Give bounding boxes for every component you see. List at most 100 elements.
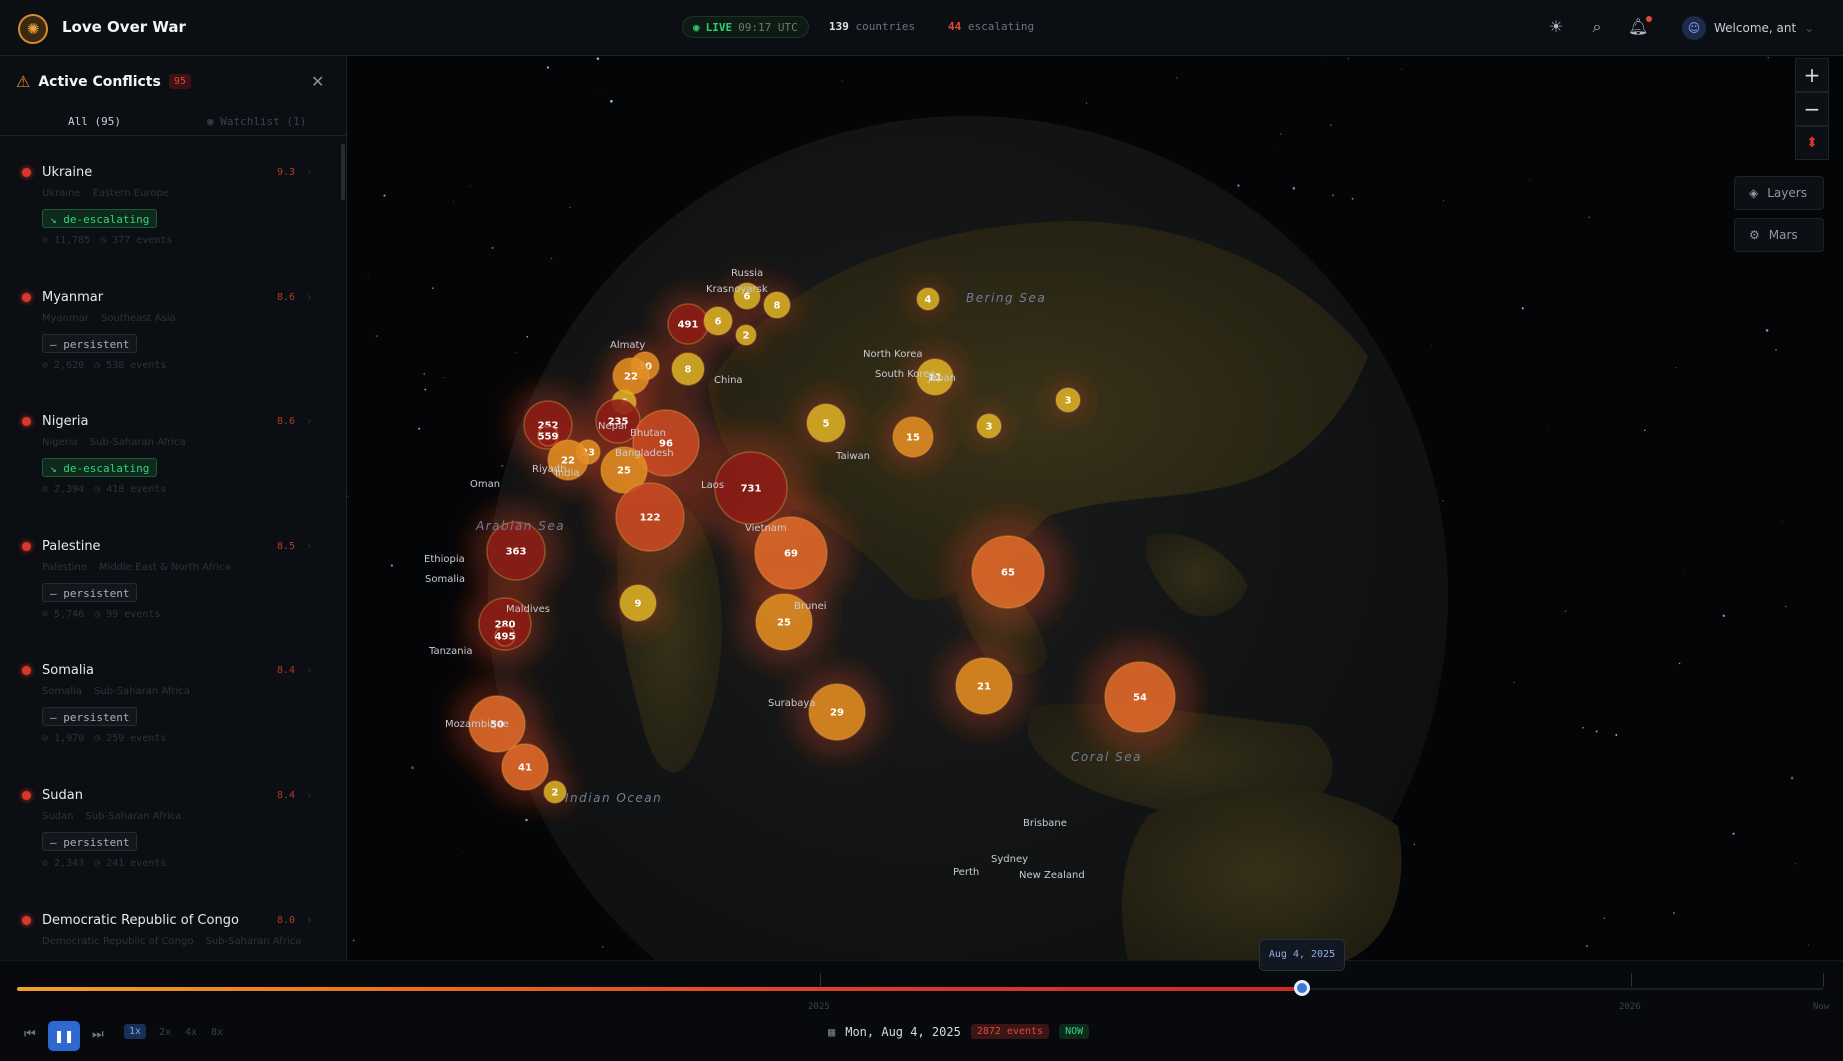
conflict-item[interactable]: Somalia 8.4 › Somalia Sub-Saharan Africa — pe… [0, 658, 340, 782]
events-stat: ◷ 241 events [94, 858, 167, 869]
conflict-cluster[interactable]: 9 [619, 584, 657, 622]
speed-1x[interactable]: 1x [124, 1024, 147, 1039]
place-label: Bering Sea [966, 291, 1046, 305]
conflict-country: Nigeria [42, 437, 78, 449]
chevron-right-icon: › [307, 912, 312, 927]
conflict-item[interactable]: Palestine 8.5 › Palestine Middle East & Nort… [0, 534, 340, 658]
conflict-cluster[interactable]: 21 [955, 657, 1013, 715]
conflict-cluster[interactable]: 22 [612, 357, 650, 395]
conflict-cluster[interactable]: 6 [703, 306, 733, 336]
cluster-count: 5 [823, 419, 830, 430]
app-logo[interactable]: ✺ [18, 14, 48, 44]
user-menu[interactable]: ☺ Welcome, ant ⌄ [1682, 14, 1814, 42]
conflict-name: Palestine [42, 538, 101, 554]
scrollbar[interactable] [341, 144, 345, 200]
pause-button[interactable]: ❚❚ [48, 1021, 80, 1051]
star [516, 352, 517, 354]
severity-dot [22, 292, 31, 302]
fatalities-value: 2,394 [54, 484, 85, 496]
map-view[interactable]: 6849162430822625255923596232225115153373… [348, 56, 1843, 960]
conflict-item[interactable]: Sudan 8.4 › Sudan Sub-Saharan Africa — persis… [0, 783, 340, 907]
globe-map[interactable]: 6849162430822625255923596232225115153373… [348, 56, 1843, 960]
speed-2x[interactable]: 2x [159, 1027, 171, 1038]
conflict-cluster[interactable]: 15 [892, 416, 934, 458]
star [1808, 944, 1810, 946]
conflict-cluster[interactable]: 3 [1055, 387, 1081, 413]
timeline-track-rest[interactable] [1303, 988, 1823, 990]
skip-forward-icon[interactable]: ⏭ [92, 1027, 104, 1042]
conflict-cluster[interactable]: 4 [916, 287, 940, 311]
star [375, 335, 378, 338]
tab-watchlist[interactable]: ◉ Watchlist (1) [207, 115, 306, 128]
theme-sun-icon[interactable]: ☀ [1546, 17, 1566, 37]
conflict-cluster[interactable]: 559 [537, 425, 559, 447]
conflict-cluster[interactable]: 8 [763, 291, 791, 319]
star [1513, 681, 1515, 684]
speed-4x[interactable]: 4x [185, 1027, 197, 1038]
conflict-cluster[interactable]: 122 [615, 482, 685, 552]
tab-all[interactable]: All (95) [68, 115, 121, 128]
conflict-meta: Democratic Republic of Congo Sub-Saharan … [42, 936, 302, 947]
star [424, 388, 427, 391]
cluster-count: 6 [715, 317, 722, 328]
conflict-cluster[interactable]: 54 [1104, 661, 1176, 733]
mars-button[interactable]: ⚙ Mars [1734, 218, 1824, 252]
conflict-name: Nigeria [42, 414, 89, 430]
timeline-thumb[interactable] [1294, 980, 1310, 996]
conflict-cluster[interactable]: 41 [501, 743, 549, 791]
zoom-in-button[interactable]: + [1795, 58, 1829, 92]
conflict-stats: ⊘ 2,620 ◷ 538 events [42, 360, 166, 371]
conflict-cluster[interactable]: 2 [735, 324, 757, 346]
conflict-cluster[interactable]: 3 [976, 413, 1002, 439]
layers-button[interactable]: ◈ Layers [1734, 176, 1824, 210]
conflict-cluster[interactable]: 2 [543, 780, 567, 804]
star [501, 464, 504, 468]
star [453, 201, 454, 203]
trend-label: persistent [63, 586, 130, 600]
place-label: Oman [470, 479, 500, 490]
conflict-item[interactable]: Nigeria 8.6 › Nigeria Sub-Saharan Africa ↘ de… [0, 409, 340, 533]
conflict-item[interactable]: Myanmar 8.6 › Myanmar Southeast Asia — persis… [0, 285, 340, 409]
bell-icon[interactable]: 🔔︎ [1628, 17, 1648, 37]
place-label: Almaty [610, 340, 645, 351]
conflict-item[interactable]: Democratic Republic of Congo 8.0 › Democrat… [0, 908, 340, 960]
conflict-cluster[interactable]: 29 [808, 683, 866, 741]
now-badge[interactable]: NOW [1059, 1024, 1090, 1039]
search-icon[interactable]: ⌕ [1587, 17, 1607, 37]
fatalities-stat: ⊘ 5,746 [42, 608, 85, 620]
speed-8x[interactable]: 8x [211, 1027, 223, 1038]
fatalities-value: 1,970 [54, 733, 85, 745]
australia-landmass [1122, 787, 1402, 960]
countries-stat: 139 countries [829, 20, 915, 33]
timeline-track-progress[interactable] [17, 987, 1303, 991]
conflict-cluster[interactable]: 491 [667, 303, 709, 345]
conflict-item[interactable]: Ukraine 9.3 › Ukraine Eastern Europe ↘ de-esc… [0, 160, 340, 284]
star [1529, 179, 1531, 180]
conflict-cluster[interactable]: 5 [806, 403, 846, 443]
star [610, 99, 613, 103]
conflict-cluster[interactable]: 65 [971, 535, 1045, 609]
star [1237, 184, 1240, 187]
star [1564, 610, 1567, 613]
now-tick [1823, 973, 1824, 987]
star [443, 376, 445, 379]
close-icon[interactable]: ✕ [311, 72, 324, 91]
conflict-cluster[interactable]: 495 [494, 625, 516, 647]
chevron-right-icon: › [307, 663, 312, 678]
conflict-stats: ⊘ 2,394 ◷ 418 events [42, 484, 166, 495]
place-label: Brisbane [1023, 818, 1067, 829]
chevron-down-icon: ⌄ [1804, 21, 1815, 35]
zoom-out-button[interactable]: − [1795, 92, 1829, 126]
conflict-region: Eastern Europe [92, 188, 169, 199]
compass-button[interactable]: ⬍ [1795, 126, 1829, 160]
star [1400, 68, 1402, 70]
star [1675, 366, 1677, 368]
place-label: China [714, 375, 743, 386]
conflict-cluster[interactable]: 731 [714, 451, 788, 525]
conflict-meta: Ukraine Eastern Europe [42, 188, 302, 199]
severity-dot [22, 915, 31, 925]
star [1775, 348, 1777, 351]
skip-back-icon[interactable]: ⏮ [24, 1027, 36, 1042]
conflict-cluster[interactable]: 8 [671, 352, 705, 386]
cluster-count: 69 [784, 549, 798, 560]
